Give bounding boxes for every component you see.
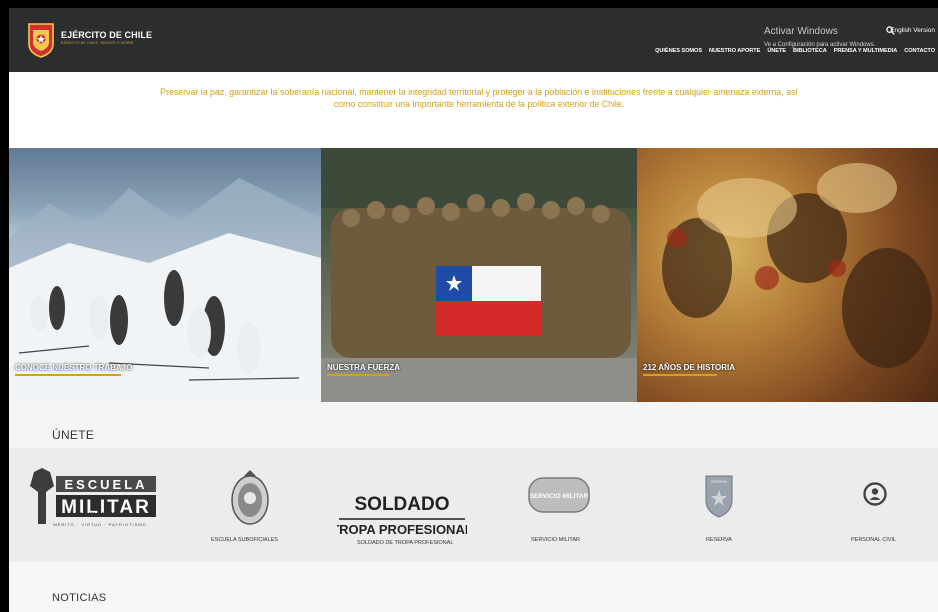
noticias-title: NOTICIAS [52, 592, 107, 604]
hero-label-trabajo[interactable]: CONOCE NUESTRO TRABAJO [15, 363, 132, 372]
hero-underline [643, 374, 717, 376]
mission-statement: Preservar la paz, garantizar la soberaní… [160, 87, 798, 109]
unete-section-header: ÚNETE [9, 402, 938, 448]
hero-panel-fuerza[interactable]: NUESTRA FUERZA [321, 148, 637, 402]
hero-label-historia[interactable]: 212 AÑOS DE HISTORIA [643, 363, 735, 372]
nav-quienes-somos[interactable]: QUIÉNES SOMOS [655, 48, 702, 54]
brand-name[interactable]: EJÉRCITO DE CHILE [61, 30, 152, 40]
site-header: EJÉRCITO DE CHILE EJÉRCITO DE CHILE, VEN… [9, 8, 938, 72]
hero-panel-trabajo[interactable]: CONOCE NUESTRO TRABAJO [9, 148, 321, 402]
army-logo[interactable] [27, 22, 55, 58]
mission-section: Preservar la paz, garantizar la soberaní… [9, 72, 938, 148]
reserva-shield-icon: RESERVA [705, 475, 733, 518]
unete-escuela-suboficiales[interactable]: ESCUELA SUBOFICIALES [205, 448, 295, 562]
unete-personal-civil[interactable]: PERSONAL CIVIL [845, 448, 905, 562]
escuela-militar-logo-motto: MÉRITO · VIRTUD · PATRIOTISMO [53, 522, 146, 527]
nav-prensa-multimedia[interactable]: PRENSA Y MULTIMEDIA [834, 48, 898, 54]
brand-tagline: EJÉRCITO DE CHILE, VENCER O MORIR [61, 41, 134, 45]
nav-nuestro-aporte[interactable]: NUESTRO APORTE [709, 48, 760, 54]
nav-biblioteca[interactable]: BIBLIOTECA [793, 48, 827, 54]
tropa-logo-line2: TROPA PROFESIONAL [337, 522, 467, 537]
hero-label-fuerza[interactable]: NUESTRA FUERZA [327, 363, 400, 372]
tropa-profesional-logo: SOLDADO TROPA PROFESIONAL [337, 494, 467, 537]
caption-servicio-militar[interactable]: SERVICIO MILITAR [531, 537, 580, 543]
unete-servicio-militar[interactable]: SERVICIO MILITAR SERVICIO MILITAR [519, 448, 599, 562]
nav-contacto[interactable]: CONTACTO [904, 48, 935, 54]
hero-underline [327, 374, 389, 376]
caption-escuela-militar[interactable]: ESCUELA MILITAR [75, 512, 123, 518]
person-icon [863, 482, 887, 506]
english-version-link[interactable]: English Version [890, 27, 935, 34]
caption-reserva[interactable]: RESERVA [706, 537, 732, 543]
nav-unete[interactable]: ÚNETE [767, 48, 786, 54]
escuela-militar-logo-line1: ESCUELA [64, 477, 147, 492]
unete-logos-strip: ESCUELA MILITAR MÉRITO · VIRTUD · PATRIO… [9, 448, 938, 562]
suboficiales-crest-icon [231, 470, 269, 525]
unete-escuela-militar[interactable]: ESCUELA MILITAR MÉRITO · VIRTUD · PATRIO… [23, 448, 163, 562]
servicio-militar-logo-text: SERVICIO MILITAR [530, 493, 589, 500]
reserva-logo-text: RESERVA [711, 480, 728, 484]
noticias-section: NOTICIAS [9, 562, 938, 612]
caption-personal-civil[interactable]: PERSONAL CIVIL [851, 537, 896, 543]
windows-activation-subtitle: Ve a Configuración para activar Windows. [764, 42, 876, 48]
main-nav: QUIÉNES SOMOS NUESTRO APORTE ÚNETE BIBLI… [655, 48, 935, 54]
hero-underline [15, 374, 121, 376]
caption-escuela-suboficiales[interactable]: ESCUELA SUBOFICIALES [211, 537, 278, 543]
tropa-logo-line1: SOLDADO [355, 494, 450, 515]
unete-reserva[interactable]: RESERVA RESERVA [689, 448, 749, 562]
hero-panel-historia[interactable]: 212 AÑOS DE HISTORIA [637, 148, 938, 402]
windows-activation-title: Activar Windows [764, 26, 838, 37]
unete-tropa-profesional[interactable]: SOLDADO TROPA PROFESIONAL SOLDADO DE TRO… [337, 448, 467, 562]
unete-title: ÚNETE [52, 428, 95, 442]
caption-tropa-profesional[interactable]: SOLDADO DE TROPA PROFESIONAL [357, 540, 453, 546]
servicio-militar-logo: SERVICIO MILITAR [528, 477, 590, 513]
escuela-militar-logo: ESCUELA MILITAR MÉRITO · VIRTUD · PATRIO… [30, 468, 156, 527]
